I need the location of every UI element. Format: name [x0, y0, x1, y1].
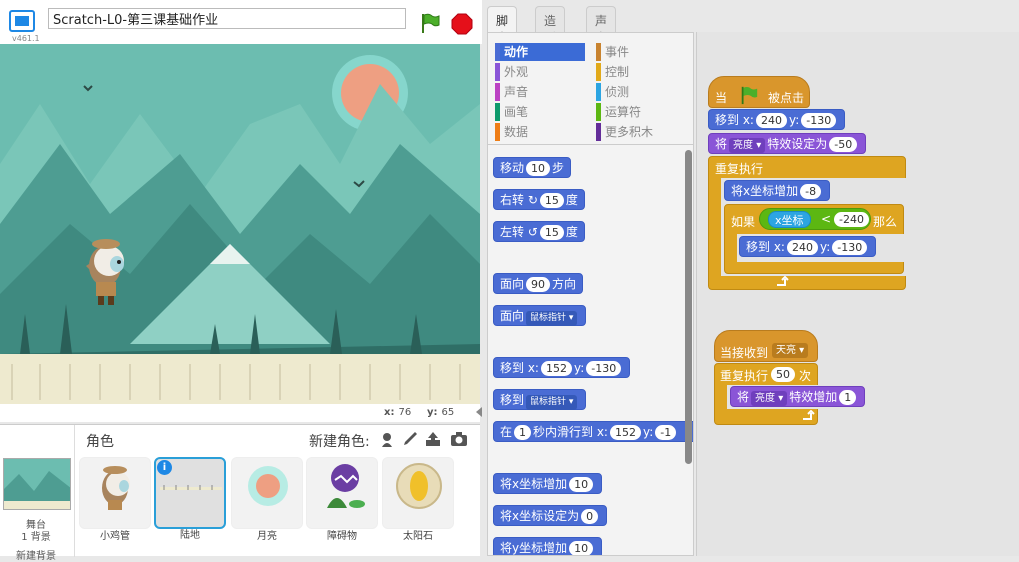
block-set-x[interactable]: 将x坐标设定为 0 — [493, 505, 608, 526]
change-effect-block[interactable]: 将亮度特效增加1 — [730, 386, 866, 407]
category-data[interactable]: 数据 — [495, 123, 528, 141]
tab-scripts[interactable]: 脚本 — [487, 6, 518, 45]
stage-selector[interactable]: 舞台 1 背景 新建背景 — [0, 425, 75, 562]
category-control[interactable]: 控制 — [596, 63, 629, 81]
stage-backdrop — [0, 44, 480, 404]
green-flag-icon[interactable] — [419, 12, 441, 34]
category-motion[interactable]: 动作 — [495, 43, 585, 61]
stage-thumbnail[interactable] — [3, 458, 71, 510]
info-icon[interactable]: i — [157, 460, 172, 475]
backdrop-count: 1 背景 — [21, 532, 51, 543]
sprite-tile[interactable]: 小鸡管 — [79, 457, 151, 542]
set-effect-block[interactable]: 将亮度特效设定为-50 — [708, 133, 867, 154]
when-i-receive-block[interactable]: 当接收到 天亮 — [714, 330, 818, 362]
loop-arrow-icon — [803, 410, 815, 420]
choose-sprite-icon[interactable] — [378, 430, 396, 448]
block-goto-xy[interactable]: 移到 x: 152 y: -130 — [493, 357, 631, 378]
sprites-title: 角色 — [86, 434, 114, 450]
category-looks[interactable]: 外观 — [495, 63, 528, 81]
project-title-input[interactable] — [48, 8, 406, 29]
turn-right-icon: ↻ — [527, 193, 538, 207]
loop-arrow-icon — [777, 276, 789, 286]
sprite-tile[interactable]: 太阳石 — [382, 457, 454, 542]
mouse-x-value: 76 — [398, 407, 412, 418]
category-events[interactable]: 事件 — [596, 43, 629, 61]
category-pen[interactable]: 画笔 — [495, 103, 528, 121]
paint-sprite-icon[interactable] — [401, 430, 419, 448]
sprite-tile[interactable]: 障碍物 — [306, 457, 378, 542]
new-backdrop-label: 新建背景 — [16, 551, 56, 562]
tab-sounds[interactable]: 声音 — [586, 6, 617, 45]
less-than-operator[interactable]: x坐标 < -240 — [759, 208, 871, 230]
block-turn-right[interactable]: 右转 ↻ 15 度 — [493, 189, 585, 210]
sprite-pane: 舞台 1 背景 新建背景 角色 新建角色: 小鸡管 i 陆地 月亮 障碍物 太阳… — [0, 424, 480, 562]
block-change-y[interactable]: 将y坐标增加 10 — [493, 537, 603, 555]
block-goto[interactable]: 移到 鼠标指针 — [493, 389, 587, 410]
goto-xy-block-2[interactable]: 移到 x: 240 y: -130 — [739, 236, 877, 257]
block-point-towards[interactable]: 面向 鼠标指针 — [493, 305, 587, 326]
stage-header: v461.1 — [0, 0, 482, 44]
upload-sprite-icon[interactable] — [424, 430, 442, 448]
turn-left-icon: ↺ — [527, 225, 538, 239]
block-change-x[interactable]: 将x坐标增加 10 — [493, 473, 603, 494]
category-operators[interactable]: 运算符 — [596, 103, 641, 121]
palette-scrollbar[interactable] — [685, 150, 692, 464]
sprite-tile-selected[interactable]: i 陆地 — [154, 457, 226, 541]
block-palette: 动作 外观 声音 画笔 数据 事件 控制 侦测 运算符 更多积木 移动 10 步 右… — [487, 32, 694, 556]
category-sensing[interactable]: 侦测 — [596, 83, 629, 101]
change-x-block[interactable]: 将x坐标增加 -8 — [724, 180, 831, 201]
camera-sprite-icon[interactable] — [450, 430, 468, 448]
category-list: 动作 外观 声音 画笔 数据 事件 控制 侦测 运算符 更多积木 — [488, 33, 693, 145]
category-more-blocks[interactable]: 更多积木 — [596, 123, 653, 141]
block-turn-left[interactable]: 左转 ↺ 15 度 — [493, 221, 585, 242]
fullscreen-icon[interactable] — [9, 10, 35, 32]
tab-costumes[interactable]: 造型 — [535, 6, 566, 45]
new-sprite-label: 新建角色: — [309, 434, 370, 450]
stage[interactable] — [0, 44, 480, 404]
green-flag-icon — [741, 86, 758, 105]
script-area[interactable]: 当 被点击 移到 x:240y:-130 将亮度特效设定为-50 重复执行 将x… — [696, 32, 1019, 556]
block-move[interactable]: 移动 10 步 — [493, 157, 572, 178]
goto-xy-block[interactable]: 移到 x: 240 y: -130 — [708, 109, 846, 130]
stop-icon[interactable] — [451, 13, 473, 35]
block-glide[interactable]: 在 1 秒内滑行到 x: 152 y: -1 — [493, 421, 693, 442]
when-flag-clicked-block[interactable]: 当 被点击 — [708, 76, 810, 108]
mouse-y-value: 65 — [441, 407, 455, 418]
stage-coordinates: x: 76 y: 65 — [0, 404, 480, 422]
category-sound[interactable]: 声音 — [495, 83, 528, 101]
version-label: v461.1 — [12, 34, 40, 43]
collapse-stage-icon[interactable] — [476, 407, 482, 417]
sprite-tile[interactable]: 月亮 — [231, 457, 303, 542]
block-point-direction[interactable]: 面向 90 方向 — [493, 273, 584, 294]
